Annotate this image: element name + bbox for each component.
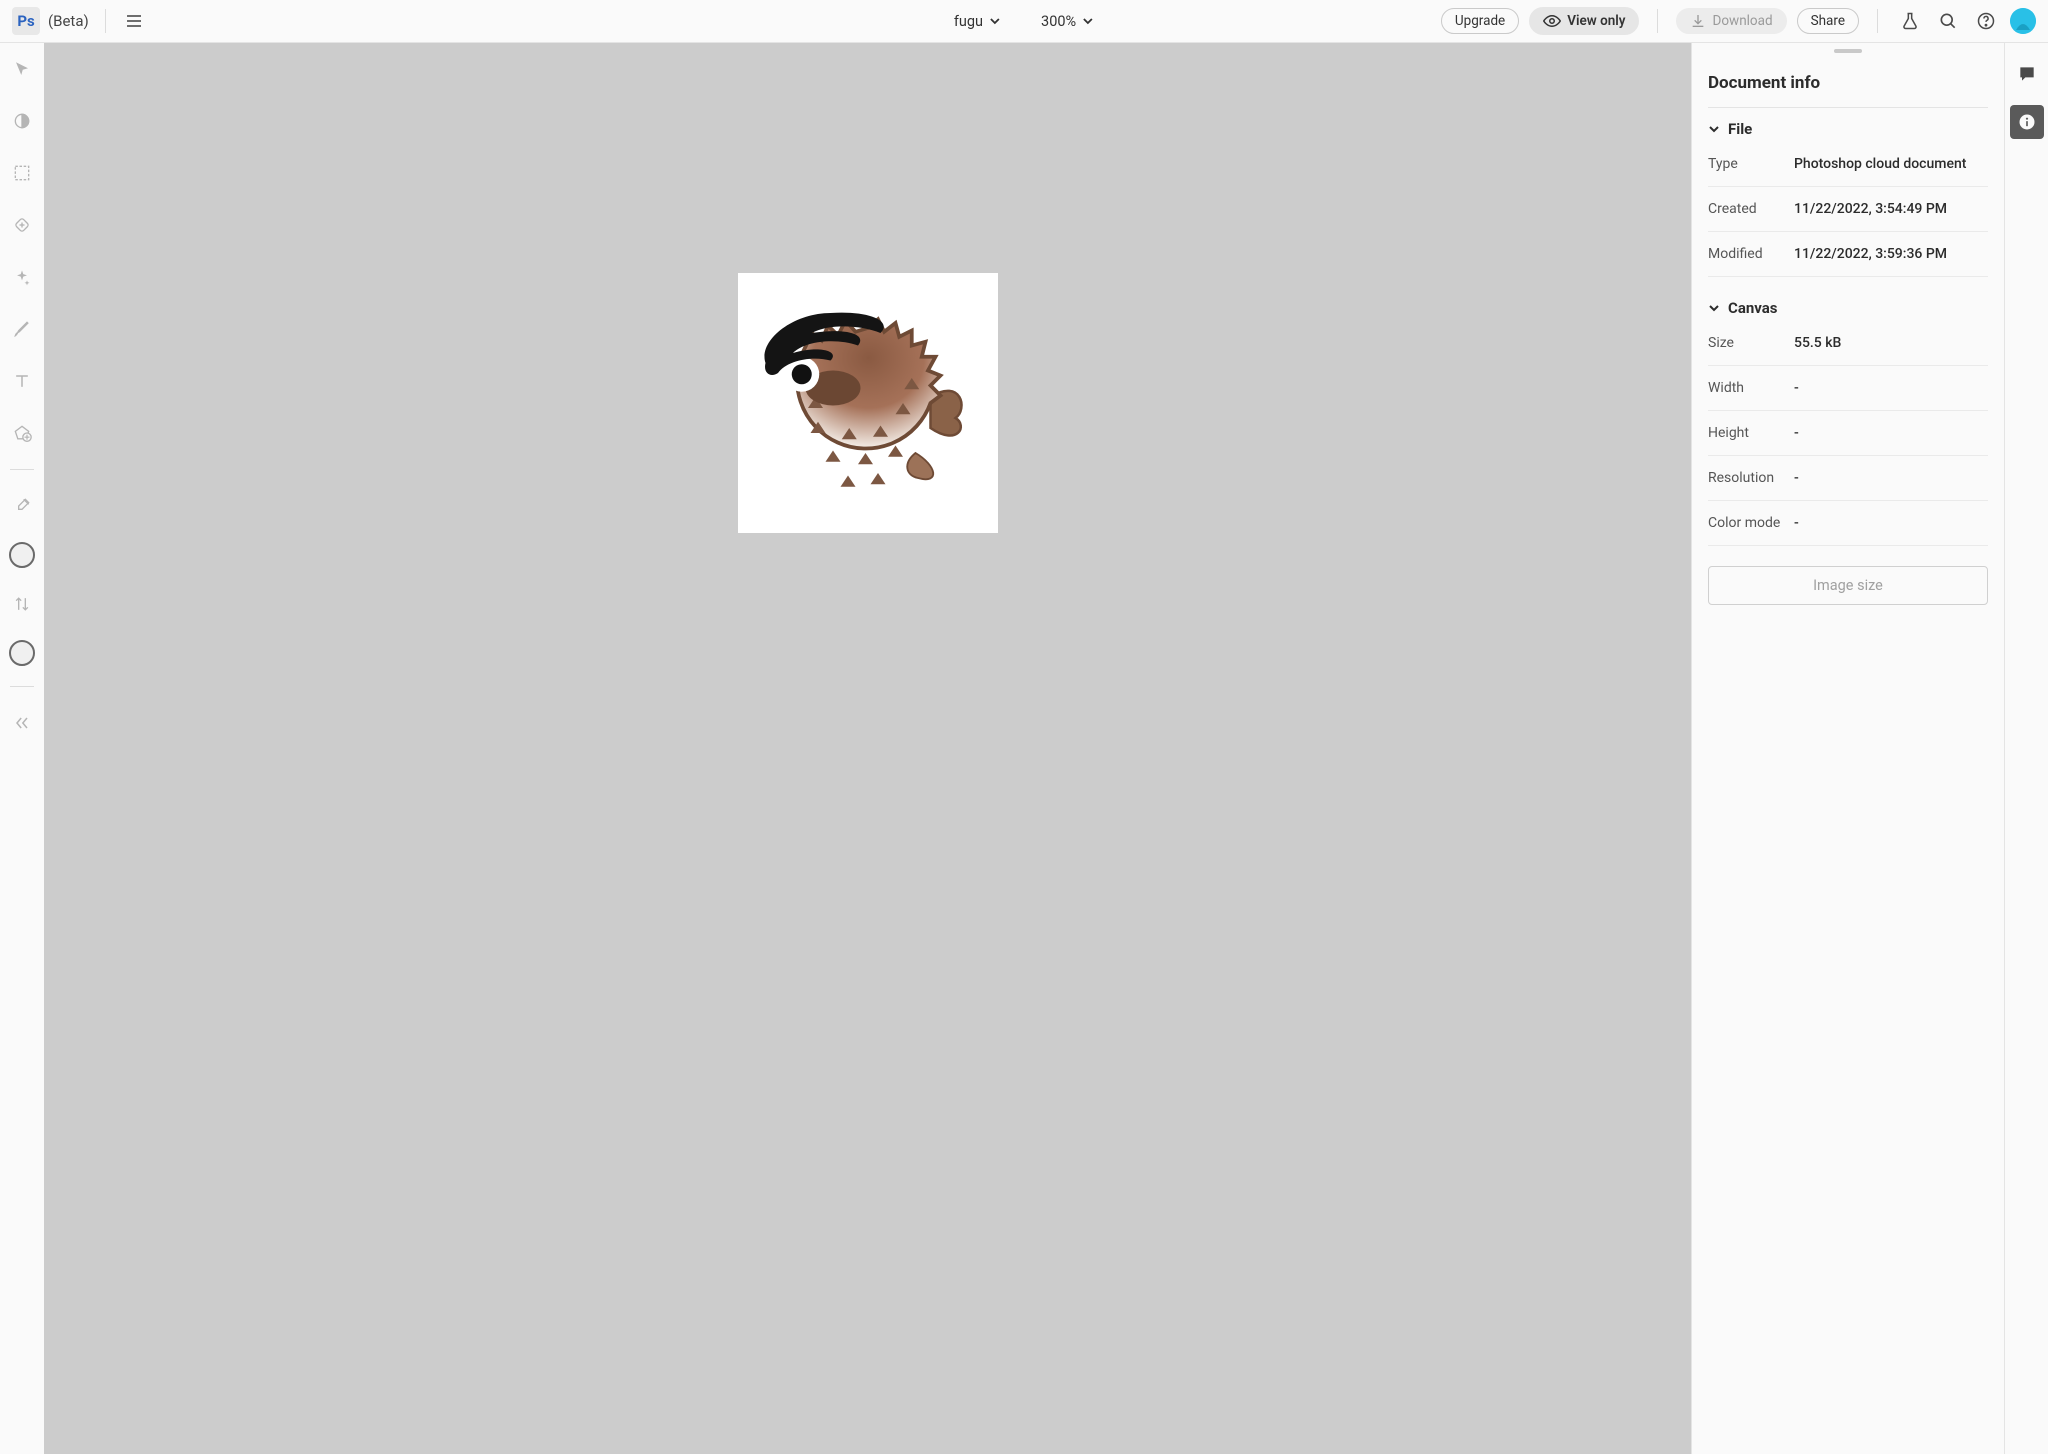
background-color-swatch[interactable] (9, 640, 35, 666)
prop-value: - (1794, 425, 1988, 441)
shape-tool-icon[interactable] (6, 417, 38, 449)
eye-icon (1543, 12, 1561, 30)
prop-label: Width (1708, 380, 1794, 396)
prop-value: 11/22/2022, 3:54:49 PM (1794, 201, 1988, 217)
toolbar (0, 43, 44, 1454)
prop-row-modified: Modified 11/22/2022, 3:59:36 PM (1708, 232, 1988, 277)
move-tool-icon[interactable] (6, 53, 38, 85)
prop-value: Photoshop cloud document (1794, 156, 1988, 172)
hamburger-menu-icon[interactable] (122, 9, 146, 33)
right-bar (2004, 43, 2048, 1454)
panel-title: Document info (1708, 73, 1988, 93)
labs-icon[interactable] (1896, 7, 1924, 35)
chevron-down-icon (1082, 15, 1094, 27)
prop-label: Color mode (1708, 515, 1794, 531)
download-icon (1690, 13, 1706, 29)
selection-tool-icon[interactable] (6, 157, 38, 189)
upgrade-button[interactable]: Upgrade (1441, 8, 1519, 34)
zoom-dropdown[interactable]: 300% (1041, 13, 1094, 30)
prop-label: Height (1708, 425, 1794, 441)
prop-label: Created (1708, 201, 1794, 217)
divider (105, 9, 106, 33)
brush-tool-icon[interactable] (6, 313, 38, 345)
image-size-button: Image size (1708, 566, 1988, 605)
divider (10, 686, 34, 687)
chevron-down-icon (1708, 123, 1720, 135)
divider (1877, 9, 1878, 33)
eyedropper-tool-icon[interactable] (6, 490, 38, 522)
fugu-fish-icon (743, 278, 993, 528)
document-info-panel: Document info File Type Photoshop cloud … (1691, 43, 2004, 1454)
app-logo[interactable]: Ps (12, 7, 40, 35)
prop-row-colormode: Color mode - (1708, 501, 1988, 546)
view-only-button[interactable]: View only (1529, 7, 1639, 35)
download-label: Download (1712, 13, 1772, 29)
file-section-label: File (1728, 120, 1752, 138)
prop-value: 11/22/2022, 3:59:36 PM (1794, 246, 1988, 262)
prop-row-type: Type Photoshop cloud document (1708, 142, 1988, 187)
divider (10, 469, 34, 470)
canvas-area[interactable] (44, 43, 1691, 1454)
share-button[interactable]: Share (1797, 8, 1859, 34)
sparkle-tool-icon[interactable] (6, 261, 38, 293)
header-left: Ps (Beta) (12, 7, 146, 35)
search-icon[interactable] (1934, 7, 1962, 35)
prop-row-size: Size 55.5 kB (1708, 321, 1988, 366)
help-icon[interactable] (1972, 7, 2000, 35)
document-name: fugu (954, 13, 983, 30)
view-only-label: View only (1567, 13, 1625, 29)
download-button: Download (1676, 8, 1786, 34)
swap-colors-icon[interactable] (6, 588, 38, 620)
chevron-down-icon (1708, 302, 1720, 314)
heal-tool-icon[interactable] (6, 209, 38, 241)
canvas-section-header[interactable]: Canvas (1708, 299, 1988, 317)
prop-value: - (1794, 515, 1988, 531)
user-avatar[interactable] (2010, 8, 2036, 34)
header-center: fugu 300% (954, 13, 1094, 30)
prop-row-created: Created 11/22/2022, 3:54:49 PM (1708, 187, 1988, 232)
foreground-color-swatch[interactable] (9, 542, 35, 568)
adjustment-tool-icon[interactable] (6, 105, 38, 137)
comments-icon[interactable] (2010, 57, 2044, 91)
prop-label: Type (1708, 156, 1794, 172)
type-tool-icon[interactable] (6, 365, 38, 397)
divider (1657, 9, 1658, 33)
prop-value: - (1794, 380, 1988, 396)
zoom-value: 300% (1041, 13, 1076, 30)
prop-label: Modified (1708, 246, 1794, 262)
chevron-down-icon (989, 15, 1001, 27)
header-right: Upgrade View only Download Share (1441, 7, 2036, 35)
file-section-header[interactable]: File (1708, 120, 1988, 138)
app-header: Ps (Beta) fugu 300% Upgrade View only (0, 0, 2048, 43)
beta-tag: (Beta) (48, 12, 89, 30)
prop-value: 55.5 kB (1794, 335, 1988, 351)
prop-row-height: Height - (1708, 411, 1988, 456)
panel-drag-handle[interactable] (1834, 49, 1862, 53)
prop-value: - (1794, 470, 1988, 486)
prop-row-resolution: Resolution - (1708, 456, 1988, 501)
canvas-section-label: Canvas (1728, 299, 1777, 317)
prop-label: Size (1708, 335, 1794, 351)
prop-row-width: Width - (1708, 366, 1988, 411)
collapse-icon[interactable] (6, 707, 38, 739)
info-icon[interactable] (2010, 105, 2044, 139)
artboard[interactable] (738, 273, 998, 533)
document-name-dropdown[interactable]: fugu (954, 13, 1001, 30)
prop-label: Resolution (1708, 470, 1794, 486)
